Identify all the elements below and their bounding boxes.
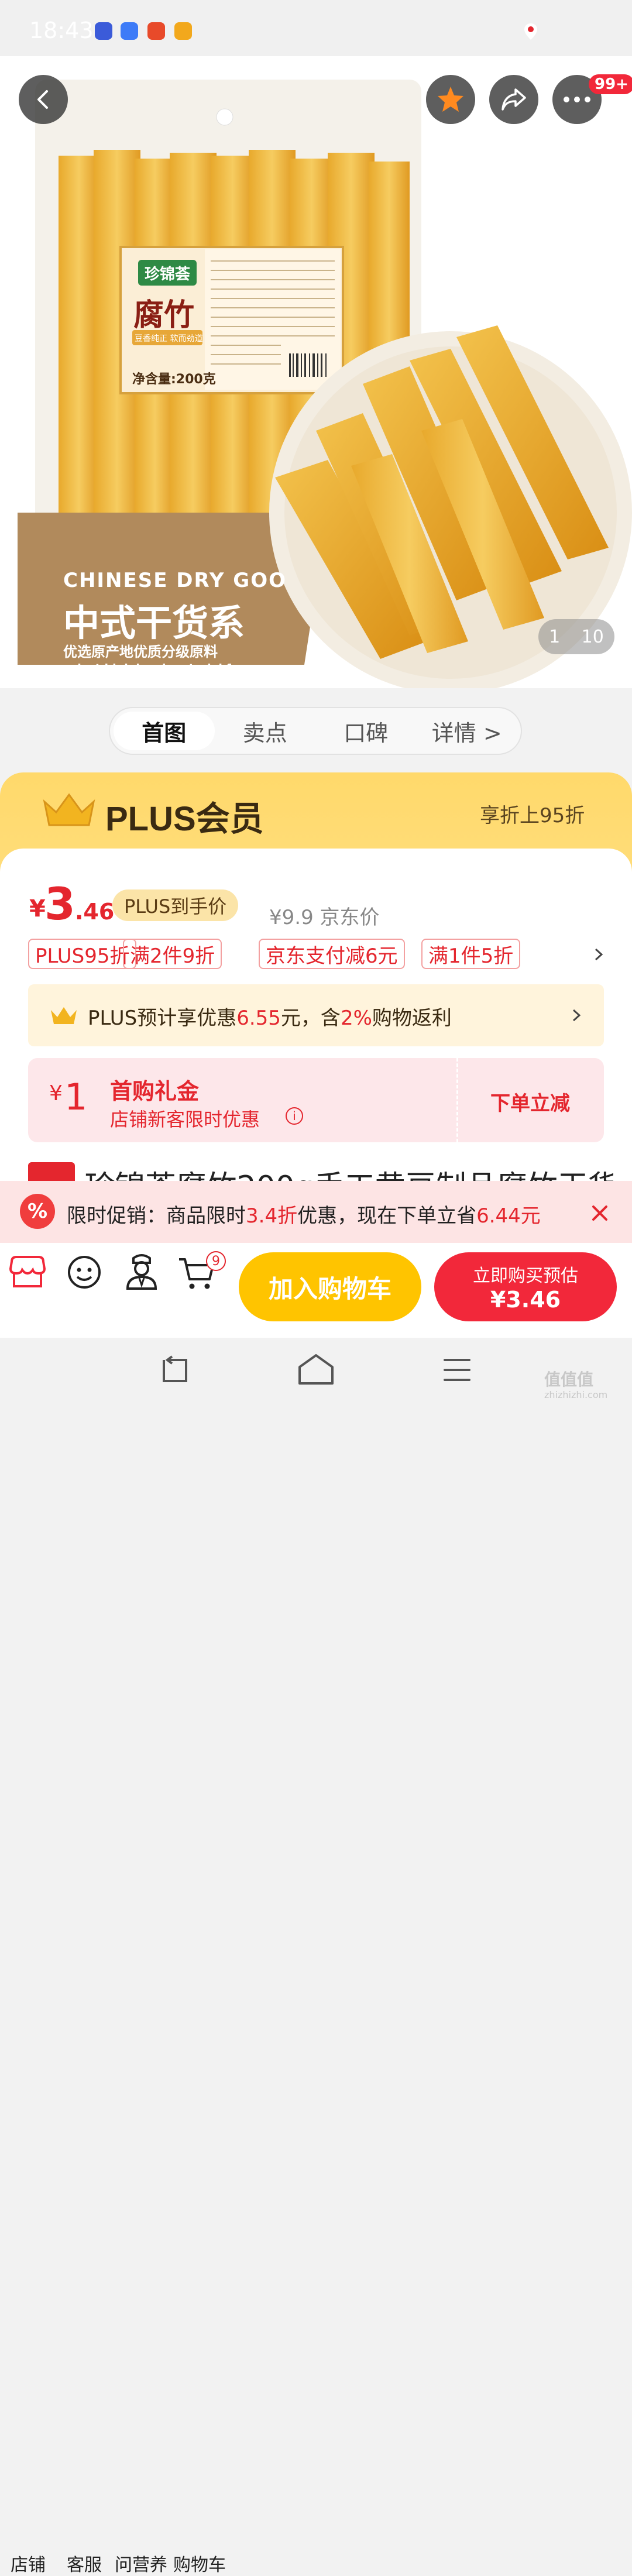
plus-title: PLUS会员: [105, 800, 264, 838]
share-icon: [502, 88, 526, 111]
favorite-button[interactable]: [426, 75, 475, 124]
coupon-action-button[interactable]: 下单立减: [490, 1087, 570, 1116]
message-badge: 99+: [589, 74, 632, 94]
nav-menu-icon[interactable]: [442, 1356, 472, 1383]
brand-logo-text: 珍锦荟: [144, 265, 190, 283]
package-tagline: 豆香纯正 软而劲道: [135, 334, 203, 344]
promo-tag-plus95[interactable]: PLUS95折: [28, 939, 137, 969]
plus-cashback-rate: 2%: [340, 1007, 372, 1030]
self-operated-badge: [28, 1162, 75, 1183]
banner-english: CHINESE DRY GOO: [63, 569, 287, 592]
info-icon[interactable]: i: [286, 1107, 303, 1125]
coupon-amount: 1: [64, 1076, 88, 1118]
promo-discount: 3.4折: [246, 1204, 298, 1228]
nav-back-icon[interactable]: [158, 1355, 191, 1386]
app-notification-icon: [95, 22, 112, 40]
banner-english-subtitle: select high level material from the orig…: [63, 662, 256, 688]
plus-discount-text: 享折上95折: [480, 804, 585, 827]
coupon-symbol: ¥: [49, 1081, 63, 1105]
watermark: 值值值: [544, 1370, 594, 1389]
tab-details[interactable]: 详情 >: [417, 712, 518, 750]
nutritionist-icon: [126, 1254, 157, 1290]
promo-strip-text: 限时促销：商品限时3.4折优惠，现在下单立省6.44元: [67, 1200, 541, 1228]
back-arrow-icon: [37, 90, 48, 109]
location-icon: [524, 23, 537, 40]
buy-now-price: ¥3.46: [490, 1287, 561, 1313]
coupon-subtitle: 店铺新客限时优惠: [110, 1108, 260, 1131]
banner-chinese: 中式干货系: [63, 602, 245, 644]
promo-tag-1for50[interactable]: 满1件5折: [421, 939, 521, 969]
promo-chevron-right-icon[interactable]: [592, 947, 605, 962]
promo-mid: 优惠，现在下单立省: [297, 1204, 477, 1228]
tab-reviews[interactable]: 口碑: [315, 712, 417, 750]
image-counter: 1 10: [538, 619, 614, 654]
plus-bar-chevron-icon: [572, 1009, 581, 1022]
store-icon: [9, 1256, 46, 1287]
add-to-cart-button[interactable]: 加入购物车: [239, 1252, 421, 1321]
chat-face-icon: [68, 1256, 101, 1289]
product-image-carousel[interactable]: 珍锦荟 腐竹 豆香纯正 软而劲道 净含量:200克 CHINESE DRY GO…: [0, 56, 632, 688]
store-button[interactable]: 店铺: [1, 1250, 54, 2575]
nutrition-ask-label: 问营养: [115, 2555, 167, 2575]
store-label: 店铺: [11, 2555, 46, 2575]
status-time: 18:43: [29, 18, 94, 43]
tab-selling-points[interactable]: 卖点: [215, 712, 316, 750]
plus-savings-amount: 6.55: [236, 1007, 281, 1030]
crown-small-icon: [51, 1007, 77, 1024]
status-bar: 18:43: [0, 0, 632, 56]
buy-now-button[interactable]: 立即购买预估 ¥3.46: [434, 1252, 617, 1321]
nav-home-icon[interactable]: [297, 1353, 335, 1386]
paw-app-icon: [121, 22, 138, 40]
cart-count-badge: 9: [206, 1251, 226, 1271]
image-counter-current: 1: [549, 626, 561, 647]
plus-savings-pre: PLUS预计享优惠: [88, 1007, 237, 1030]
section-tabs: 首图 卖点 口碑 详情 >: [109, 707, 522, 755]
jd-price: ¥9.9 京东价: [269, 906, 380, 929]
promo-pre: 限时促销：商品限时: [67, 1204, 246, 1228]
close-icon[interactable]: [591, 1204, 609, 1222]
image-counter-total: 10: [581, 626, 604, 647]
plus-savings-text: PLUS预计享优惠6.55元，含2%购物返利: [88, 1002, 452, 1031]
buy-now-label: 立即购买预估: [473, 1266, 578, 1286]
percent-icon: %: [20, 1194, 55, 1229]
promo-tag-jdpay[interactable]: 京东支付减6元: [259, 939, 405, 969]
plus-savings-mid: 元，含: [280, 1007, 341, 1030]
cart-label: 购物车: [173, 2555, 226, 2575]
tab-main-image[interactable]: 首图: [114, 712, 215, 750]
package-net-weight: 净含量:200克: [132, 372, 216, 387]
plus-savings-post: 购物返利: [372, 1007, 452, 1030]
customer-service-label: 客服: [67, 2555, 102, 2575]
coupon-title: 首购礼金: [110, 1079, 200, 1104]
plus-price-tag: PLUS到手价: [112, 889, 239, 921]
package-product-name: 腐竹: [133, 297, 195, 333]
customer-service-button[interactable]: 客服: [59, 1250, 111, 2575]
banner-subtitle: 优选原产地优质分级原料: [63, 644, 218, 660]
share-button[interactable]: [489, 75, 538, 124]
price-decimal: .46: [75, 899, 115, 925]
price-symbol: ¥: [29, 895, 46, 922]
promo-tag-2for90[interactable]: 满2件9折: [123, 939, 222, 969]
nutrition-ask-button[interactable]: 问营养: [115, 1250, 167, 2575]
more-dots-icon: [564, 97, 590, 102]
product-title: 珍锦荟腐竹200g手工黄豆制品腐竹干货: [28, 1162, 613, 1183]
price-integer: 3: [44, 878, 75, 930]
coupon-divider: [456, 1058, 458, 1142]
star-icon: [438, 87, 463, 112]
pet-app-icon: [174, 22, 192, 40]
game-app-icon: [147, 22, 165, 40]
watermark-url: zhizhizhi.com: [544, 1389, 608, 1400]
crown-icon: [43, 793, 95, 826]
promo-save: 6.44元: [476, 1204, 541, 1228]
back-button[interactable]: [19, 75, 68, 124]
